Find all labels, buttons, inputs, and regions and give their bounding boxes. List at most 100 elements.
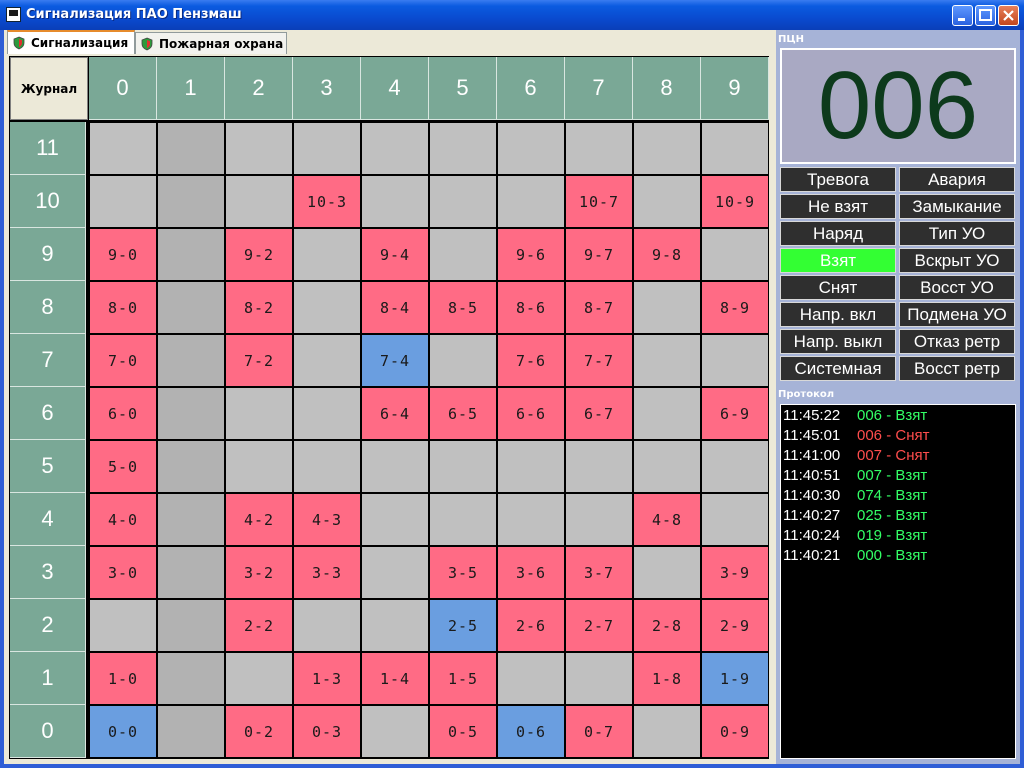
zone-cell[interactable]: 6-9 xyxy=(702,388,768,439)
zone-cell[interactable] xyxy=(498,123,564,174)
zone-cell[interactable]: 7-4 xyxy=(362,335,428,386)
zone-cell[interactable] xyxy=(294,229,360,280)
zone-cell[interactable] xyxy=(158,600,224,651)
zone-cell[interactable] xyxy=(702,123,768,174)
zone-cell[interactable]: 1-4 xyxy=(362,653,428,704)
zone-cell[interactable] xyxy=(158,176,224,227)
zone-cell[interactable] xyxy=(702,335,768,386)
zone-cell[interactable]: 1-0 xyxy=(90,653,156,704)
zone-cell[interactable] xyxy=(362,441,428,492)
zone-cell[interactable] xyxy=(294,600,360,651)
zone-cell[interactable] xyxy=(634,706,700,757)
zone-cell[interactable] xyxy=(90,123,156,174)
zone-cell[interactable]: 8-4 xyxy=(362,282,428,333)
zone-cell[interactable]: 0-9 xyxy=(702,706,768,757)
zone-cell[interactable]: 4-0 xyxy=(90,494,156,545)
zone-cell[interactable] xyxy=(430,494,496,545)
zone-cell[interactable]: 6-0 xyxy=(90,388,156,439)
zone-cell[interactable]: 8-2 xyxy=(226,282,292,333)
zone-cell[interactable]: 6-4 xyxy=(362,388,428,439)
zone-cell[interactable] xyxy=(294,123,360,174)
zone-cell[interactable]: 4-8 xyxy=(634,494,700,545)
zone-cell[interactable] xyxy=(294,335,360,386)
status-filter-button[interactable]: Замыкание xyxy=(899,194,1015,219)
tab-fire-protection[interactable]: Пожарная охрана xyxy=(135,32,287,54)
minimize-button[interactable] xyxy=(952,5,973,26)
status-filter-button[interactable]: Напр. выкл xyxy=(780,329,896,354)
zone-cell[interactable] xyxy=(702,494,768,545)
zone-cell[interactable] xyxy=(634,547,700,598)
zone-cell[interactable]: 6-7 xyxy=(566,388,632,439)
zone-cell[interactable]: 0-6 xyxy=(498,706,564,757)
zone-cell[interactable]: 2-2 xyxy=(226,600,292,651)
zone-cell[interactable]: 10-9 xyxy=(702,176,768,227)
zone-cell[interactable]: 0-3 xyxy=(294,706,360,757)
zone-cell[interactable]: 7-2 xyxy=(226,335,292,386)
zone-cell[interactable]: 3-6 xyxy=(498,547,564,598)
zone-cell[interactable] xyxy=(226,388,292,439)
zone-cell[interactable] xyxy=(90,600,156,651)
zone-cell[interactable]: 1-9 xyxy=(702,653,768,704)
maximize-button[interactable] xyxy=(975,5,996,26)
status-filter-button[interactable]: Наряд xyxy=(780,221,896,246)
zone-cell[interactable]: 1-5 xyxy=(430,653,496,704)
status-filter-button[interactable]: Системная xyxy=(780,356,896,381)
zone-cell[interactable]: 7-6 xyxy=(498,335,564,386)
zone-cell[interactable] xyxy=(294,282,360,333)
zone-cell[interactable]: 8-5 xyxy=(430,282,496,333)
zone-cell[interactable]: 5-0 xyxy=(90,441,156,492)
zone-cell[interactable] xyxy=(566,123,632,174)
zone-cell[interactable] xyxy=(158,441,224,492)
zone-cell[interactable]: 2-8 xyxy=(634,600,700,651)
zone-cell[interactable] xyxy=(430,229,496,280)
zone-cell[interactable] xyxy=(226,441,292,492)
status-filter-button[interactable]: Не взят xyxy=(780,194,896,219)
zone-cell[interactable] xyxy=(634,282,700,333)
zone-cell[interactable] xyxy=(362,600,428,651)
zone-cell[interactable] xyxy=(158,706,224,757)
zone-cell[interactable] xyxy=(498,494,564,545)
zone-cell[interactable]: 9-0 xyxy=(90,229,156,280)
zone-cell[interactable]: 9-6 xyxy=(498,229,564,280)
title-bar[interactable]: Сигнализация ПАО Пензмаш xyxy=(0,0,1024,30)
zone-cell[interactable] xyxy=(634,176,700,227)
zone-cell[interactable]: 1-3 xyxy=(294,653,360,704)
zone-cell[interactable]: 4-3 xyxy=(294,494,360,545)
zone-cell[interactable] xyxy=(362,547,428,598)
zone-cell[interactable] xyxy=(362,123,428,174)
zone-cell[interactable]: 7-7 xyxy=(566,335,632,386)
zone-cell[interactable]: 8-6 xyxy=(498,282,564,333)
zone-cell[interactable] xyxy=(226,123,292,174)
status-filter-button[interactable]: Снят xyxy=(780,275,896,300)
zone-cell[interactable] xyxy=(294,441,360,492)
zone-cell[interactable] xyxy=(634,441,700,492)
zone-cell[interactable]: 0-5 xyxy=(430,706,496,757)
zone-cell[interactable] xyxy=(294,388,360,439)
zone-cell[interactable]: 8-0 xyxy=(90,282,156,333)
status-filter-button[interactable]: Восст ретр xyxy=(899,356,1015,381)
zone-cell[interactable]: 3-9 xyxy=(702,547,768,598)
zone-cell[interactable]: 3-5 xyxy=(430,547,496,598)
zone-cell[interactable]: 0-2 xyxy=(226,706,292,757)
zone-cell[interactable] xyxy=(702,229,768,280)
zone-cell[interactable]: 2-9 xyxy=(702,600,768,651)
zone-cell[interactable]: 2-6 xyxy=(498,600,564,651)
zone-cell[interactable]: 10-3 xyxy=(294,176,360,227)
zone-cell[interactable] xyxy=(566,653,632,704)
status-filter-button[interactable]: Тревога xyxy=(780,167,896,192)
status-filter-button[interactable]: Авария xyxy=(899,167,1015,192)
zone-cell[interactable] xyxy=(158,388,224,439)
zone-cell[interactable]: 0-0 xyxy=(90,706,156,757)
zone-cell[interactable] xyxy=(634,335,700,386)
status-filter-button[interactable]: Вскрыт УО xyxy=(899,248,1015,273)
zone-cell[interactable] xyxy=(498,176,564,227)
zone-cell[interactable] xyxy=(362,706,428,757)
zone-cell[interactable] xyxy=(158,282,224,333)
zone-cell[interactable]: 3-2 xyxy=(226,547,292,598)
zone-cell[interactable]: 2-7 xyxy=(566,600,632,651)
zone-cell[interactable] xyxy=(362,494,428,545)
zone-cell[interactable] xyxy=(158,123,224,174)
status-filter-button[interactable]: Отказ ретр xyxy=(899,329,1015,354)
status-filter-button[interactable]: Подмена УО xyxy=(899,302,1015,327)
zone-cell[interactable] xyxy=(226,653,292,704)
